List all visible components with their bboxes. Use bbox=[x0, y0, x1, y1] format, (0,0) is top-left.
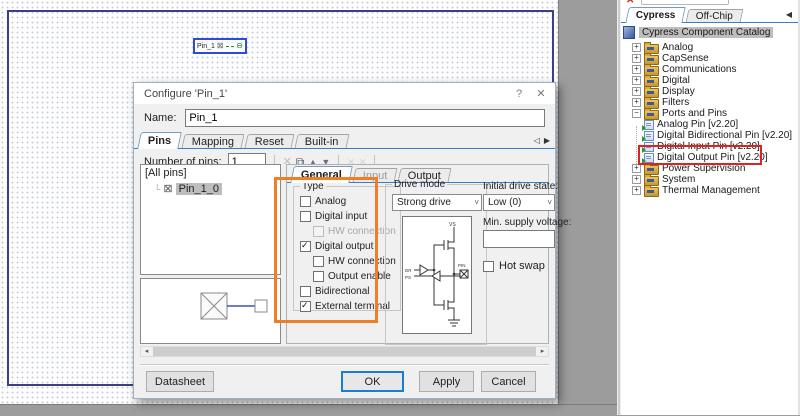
red-highlight-annotation bbox=[638, 145, 762, 165]
tree-item-analog[interactable]: Analog bbox=[621, 42, 798, 53]
tab-reset[interactable]: Reset bbox=[245, 134, 295, 148]
pin-terminal-icon: ⊖ bbox=[236, 42, 243, 50]
pin-crossbox-icon: ⊠ bbox=[217, 42, 224, 50]
pin-list-item-label: Pin_1_0 bbox=[176, 183, 222, 195]
tree-item-capsense[interactable]: CapSense bbox=[621, 53, 798, 64]
svg-text:DR: DR bbox=[405, 268, 412, 273]
ok-button[interactable]: OK bbox=[341, 371, 404, 392]
dialog-title: Configure 'Pin_1' bbox=[144, 88, 508, 100]
pin-symbol-drawing bbox=[141, 279, 280, 343]
tab-scroll-right-icon[interactable]: ▶ bbox=[544, 136, 550, 145]
expander-icon[interactable] bbox=[632, 98, 641, 107]
expander-icon[interactable] bbox=[632, 186, 641, 195]
expander-icon[interactable] bbox=[632, 109, 641, 118]
expander-icon[interactable] bbox=[632, 87, 641, 96]
tree-item-display[interactable]: Display bbox=[621, 86, 798, 97]
pin-list-item[interactable]: └ ⊠ Pin_1_0 bbox=[154, 182, 276, 195]
svg-text:VS: VS bbox=[449, 222, 456, 228]
scrollbar-thumb[interactable] bbox=[153, 347, 536, 356]
canvas-bottom-edge bbox=[0, 404, 622, 416]
tab-cypress[interactable]: Cypress bbox=[625, 7, 686, 23]
orange-highlight-annotation bbox=[274, 177, 378, 323]
chevron-down-icon: ˅ bbox=[547, 198, 552, 207]
pin-crossbox-icon: ⊠ bbox=[163, 182, 172, 195]
help-button[interactable]: ? bbox=[508, 88, 530, 100]
expander-icon[interactable] bbox=[632, 164, 641, 173]
scroll-right-icon[interactable]: ▸ bbox=[537, 347, 548, 356]
button-separator bbox=[140, 364, 549, 366]
datasheet-button[interactable]: Datasheet bbox=[146, 371, 214, 392]
catalog-root-label: Cypress Component Catalog bbox=[639, 27, 773, 38]
pin-component[interactable]: Pin_1 ⊠ ⊖ bbox=[193, 38, 247, 54]
svg-text:PS: PS bbox=[405, 275, 411, 280]
hot-swap-label: Hot swap bbox=[499, 260, 545, 272]
tree-connector-icon: └ bbox=[154, 184, 160, 194]
tab-built-in[interactable]: Built-in bbox=[295, 134, 350, 148]
tree-item-ports-and-pins[interactable]: Ports and Pins bbox=[621, 108, 798, 119]
expander-icon[interactable] bbox=[632, 76, 641, 85]
close-icon[interactable]: ✕ bbox=[530, 87, 552, 100]
drive-mode-legend: Drive mode bbox=[392, 179, 447, 190]
expander-icon[interactable] bbox=[632, 65, 641, 74]
name-label: Name: bbox=[144, 112, 176, 124]
folder-icon bbox=[644, 110, 659, 120]
component-icon bbox=[644, 131, 654, 141]
tab-off-chip[interactable]: Off-Chip bbox=[686, 9, 744, 22]
pin-component-label: Pin_1 bbox=[197, 43, 215, 50]
pin-list[interactable]: [All pins] └ ⊠ Pin_1_0 bbox=[140, 164, 281, 275]
pin-symbol-preview bbox=[140, 278, 281, 344]
tab-mapping[interactable]: Mapping bbox=[182, 134, 245, 148]
component-catalog-panel: ✕ Cypress Off-Chip ◀ Cypress Component C… bbox=[621, 0, 800, 415]
initial-state-column: Initial drive state: Low (0) ˅ Min. supp… bbox=[483, 179, 555, 272]
expander-icon[interactable] bbox=[632, 43, 641, 52]
catalog-root-row[interactable]: Cypress Component Catalog bbox=[621, 23, 798, 41]
hot-swap-checkbox[interactable] bbox=[483, 261, 494, 272]
expander-icon[interactable] bbox=[632, 175, 641, 184]
component-icon bbox=[644, 120, 654, 130]
hot-swap-row[interactable]: Hot swap bbox=[483, 260, 555, 272]
horizontal-scrollbar[interactable]: ◂ ▸ bbox=[140, 346, 549, 357]
tree-item-digital[interactable]: Digital bbox=[621, 75, 798, 86]
tree-item-system[interactable]: System bbox=[621, 174, 798, 185]
min-supply-voltage-label: Min. supply voltage: bbox=[483, 217, 555, 228]
scroll-left-icon[interactable]: ◂ bbox=[141, 347, 152, 356]
cancel-button[interactable]: Cancel bbox=[481, 371, 536, 392]
min-supply-voltage-input[interactable] bbox=[483, 230, 555, 248]
pin-wire bbox=[226, 46, 235, 47]
name-input[interactable] bbox=[185, 109, 545, 127]
tree-item-analog-pin[interactable]: Analog Pin [v2.20] bbox=[621, 119, 798, 130]
initial-drive-state-select[interactable]: Low (0) ˅ bbox=[483, 194, 555, 211]
initial-drive-state-label: Initial drive state: bbox=[483, 181, 555, 192]
chevron-down-icon: ˅ bbox=[474, 198, 479, 207]
tree-item-thermal-management[interactable]: Thermal Management bbox=[621, 185, 798, 196]
drive-mode-groupbox: Drive mode Strong drive ˅ VS bbox=[385, 179, 487, 345]
catalog-tree: Analog CapSense Communications Digital D… bbox=[621, 42, 798, 196]
tree-item-filters[interactable]: Filters bbox=[621, 97, 798, 108]
drive-mode-diagram: VS bbox=[402, 216, 472, 334]
folder-icon bbox=[644, 187, 659, 197]
drive-mode-select[interactable]: Strong drive ˅ bbox=[392, 194, 482, 211]
catalog-root-icon bbox=[623, 26, 635, 39]
tab-scroll-left-icon[interactable]: ◀ bbox=[786, 10, 792, 19]
pin-list-root[interactable]: [All pins] bbox=[145, 167, 276, 179]
svg-text:PIN: PIN bbox=[458, 263, 466, 268]
catalog-tabstrip: Cypress Off-Chip ◀ bbox=[621, 5, 798, 23]
apply-button[interactable]: Apply bbox=[419, 371, 474, 392]
dialog-titlebar: Configure 'Pin_1' ? ✕ bbox=[134, 83, 555, 104]
tree-item-digital-bidirectional-pin[interactable]: Digital Bidirectional Pin [v2.20] bbox=[621, 130, 798, 141]
dialog-tabstrip: Pins Mapping Reset Built-in ◁ ▶ bbox=[134, 130, 555, 149]
tab-scroll-left-icon[interactable]: ◁ bbox=[534, 136, 540, 145]
tree-item-communications[interactable]: Communications bbox=[621, 64, 798, 75]
tab-pins[interactable]: Pins bbox=[137, 132, 182, 149]
expander-icon[interactable] bbox=[632, 54, 641, 63]
